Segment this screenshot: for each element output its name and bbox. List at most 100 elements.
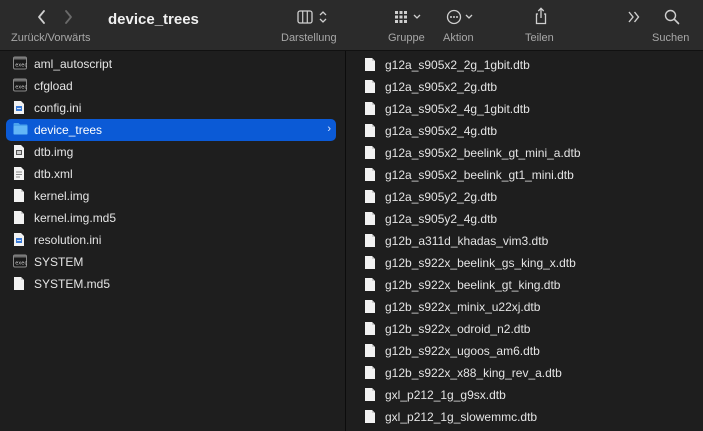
document-icon: [13, 210, 27, 226]
list-item[interactable]: exec SYSTEM: [6, 251, 336, 273]
document-icon: [364, 343, 378, 359]
list-item-label: g12b_s922x_odroid_n2.dtb: [385, 322, 531, 336]
list-item-label: dtb.img: [34, 145, 74, 159]
list-item-label: g12a_s905x2_4g.dtb: [385, 124, 498, 138]
chevron-left-icon: [38, 10, 45, 24]
list-item[interactable]: g12a_s905y2_4g.dtb: [358, 208, 693, 230]
folder-icon: [13, 122, 28, 138]
nav-label: Zurück/Vorwärts: [11, 32, 91, 44]
document-icon: [364, 387, 378, 403]
list-item-label: cfgload: [34, 79, 73, 93]
list-item[interactable]: g12b_s922x_x88_king_rev_a.dtb: [358, 362, 693, 384]
svg-text:exec: exec: [15, 63, 27, 69]
document-icon: [364, 145, 378, 161]
list-item[interactable]: device_trees ›: [6, 119, 336, 141]
list-item[interactable]: g12a_s905x2_beelink_gt_mini_a.dtb: [358, 142, 693, 164]
list-item[interactable]: g12b_a311d_khadas_vim3.dtb: [358, 230, 693, 252]
document-icon: [364, 79, 378, 95]
document-icon: [364, 321, 378, 337]
document-icon: [13, 276, 27, 292]
list-item-label: kernel.img.md5: [34, 211, 117, 225]
list-item-label: device_trees: [34, 123, 103, 137]
svg-text:exec: exec: [15, 261, 27, 267]
list-item[interactable]: resolution.ini: [6, 229, 336, 251]
toolbar: Zurück/Vorwärts device_trees Darstellung…: [0, 0, 703, 51]
document-icon: [364, 365, 378, 381]
share-icon: [535, 7, 547, 25]
list-item-label: g12a_s905x2_2g.dtb: [385, 80, 498, 94]
list-item-label: g12a_s905x2_beelink_gt_mini_a.dtb: [385, 146, 581, 160]
document-icon: [364, 409, 378, 425]
list-item[interactable]: kernel.img: [6, 185, 336, 207]
column-browser: exec aml_autoscript exec cfgload config.ini d…: [0, 51, 703, 431]
list-item-label: SYSTEM: [34, 255, 84, 269]
terminal-file-icon: exec: [13, 254, 27, 270]
ini-file-icon: [13, 232, 27, 248]
svg-text:exec: exec: [15, 85, 27, 91]
forward-button[interactable]: [62, 9, 74, 25]
list-item-label: gxl_p212_1g_slowemmc.dtb: [385, 410, 538, 424]
document-icon: [364, 123, 378, 139]
list-item-label: g12a_s905y2_4g.dtb: [385, 212, 498, 226]
list-item-label: g12b_s922x_beelink_gs_king_x.dtb: [385, 256, 576, 270]
action-label: Aktion: [443, 32, 474, 44]
list-item[interactable]: exec aml_autoscript: [6, 53, 336, 75]
back-button[interactable]: [36, 9, 48, 25]
list-item[interactable]: SYSTEM.md5: [6, 273, 336, 295]
list-item[interactable]: g12a_s905x2_4g.dtb: [358, 120, 693, 142]
list-item-label: kernel.img: [34, 189, 90, 203]
list-item[interactable]: config.ini: [6, 97, 336, 119]
group-label: Gruppe: [388, 32, 425, 44]
list-item-label: g12a_s905x2_2g_1gbit.dtb: [385, 58, 530, 72]
list-item[interactable]: g12b_s922x_beelink_gt_king.dtb: [358, 274, 693, 296]
document-icon: [364, 255, 378, 271]
list-item[interactable]: g12a_s905x2_beelink_gt1_mini.dtb: [358, 164, 693, 186]
share-button[interactable]: [534, 7, 548, 25]
list-item[interactable]: g12a_s905x2_4g_1gbit.dtb: [358, 98, 693, 120]
document-icon: [364, 57, 378, 73]
list-item[interactable]: g12a_s905x2_2g_1gbit.dtb: [358, 54, 693, 76]
folder-contents-column[interactable]: g12a_s905x2_2g_1gbit.dtb g12a_s905x2_2g.d…: [346, 51, 703, 431]
list-item[interactable]: dtb.xml: [6, 163, 336, 185]
list-item[interactable]: dtb.img: [6, 141, 336, 163]
share-label: Teilen: [525, 32, 554, 44]
group-button[interactable]: [394, 10, 424, 24]
list-item[interactable]: g12b_s922x_minix_u22xj.dtb: [358, 296, 693, 318]
list-item[interactable]: exec cfgload: [6, 75, 336, 97]
list-item[interactable]: gxl_p212_1g_slowemmc.dtb: [358, 406, 693, 428]
view-label: Darstellung: [281, 32, 337, 44]
list-item[interactable]: g12b_s922x_odroid_n2.dtb: [358, 318, 693, 340]
grid-icon: [395, 11, 421, 23]
more-button[interactable]: [627, 10, 641, 24]
view-mode-button[interactable]: [297, 10, 329, 24]
list-item[interactable]: g12a_s905y2_2g.dtb: [358, 186, 693, 208]
list-item-label: g12a_s905y2_2g.dtb: [385, 190, 498, 204]
document-icon: [364, 167, 378, 183]
document-icon: [13, 188, 27, 204]
chevron-double-right-icon: [628, 11, 640, 23]
action-button[interactable]: [446, 9, 478, 25]
list-item-label: g12b_a311d_khadas_vim3.dtb: [385, 234, 549, 248]
list-item-label: g12a_s905x2_4g_1gbit.dtb: [385, 102, 530, 116]
list-item-label: aml_autoscript: [34, 57, 113, 71]
document-icon: [364, 211, 378, 227]
list-item[interactable]: g12a_s905x2_2g.dtb: [358, 76, 693, 98]
search-button[interactable]: [664, 9, 680, 25]
list-item-label: g12a_s905x2_beelink_gt1_mini.dtb: [385, 168, 574, 182]
list-item-label: SYSTEM.md5: [34, 277, 111, 291]
chevron-right-icon: ›: [327, 123, 331, 135]
list-item[interactable]: kernel.img.md5: [6, 207, 336, 229]
list-item[interactable]: g12b_s922x_beelink_gs_king_x.dtb: [358, 252, 693, 274]
search-icon: [664, 9, 680, 25]
list-item[interactable]: gxl_p212_1g_g9sx.dtb: [358, 384, 693, 406]
list-item-label: g12b_s922x_ugoos_am6.dtb: [385, 344, 540, 358]
document-icon: [364, 299, 378, 315]
ini-file-icon: [13, 100, 27, 116]
terminal-file-icon: exec: [13, 78, 27, 94]
list-item[interactable]: g12b_s922x_ugoos_am6.dtb: [358, 340, 693, 362]
list-item-label: config.ini: [34, 101, 82, 115]
parent-column[interactable]: exec aml_autoscript exec cfgload config.ini d…: [0, 51, 345, 431]
columns-view-icon: [297, 10, 327, 24]
document-icon: [364, 233, 378, 249]
list-item-label: resolution.ini: [34, 233, 102, 247]
